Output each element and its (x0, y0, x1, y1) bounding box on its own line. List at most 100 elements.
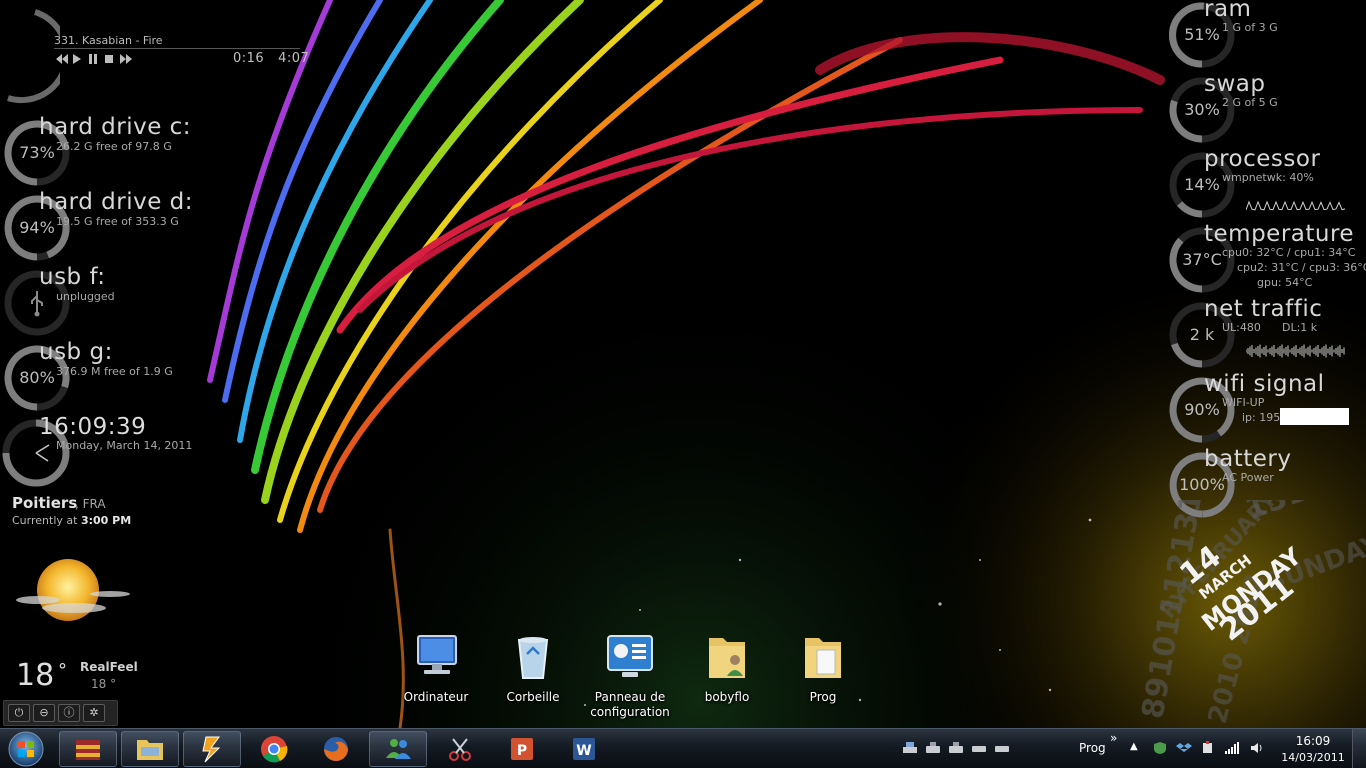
gauge-temperature-title: temperature (1204, 221, 1355, 247)
track-duration: 4:07 (278, 51, 310, 66)
svg-text:P: P (517, 743, 527, 759)
gauge-processor-fill (1177, 201, 1203, 218)
net-history-graph (1246, 344, 1345, 358)
gauge-temperature: 37°C temperature cpu0: 32°C / cpu1: 34°C cp… (1167, 221, 1366, 299)
gauge-processor-title: processor (1204, 146, 1321, 172)
settings-icon[interactable]: ✲ (83, 704, 105, 722)
partly-sunny-icon (16, 559, 130, 621)
taskbar-app-messenger[interactable] (369, 731, 427, 767)
media-progress-arc (7, 9, 60, 103)
weather-temperature: 18 (16, 658, 55, 693)
temperature-line-2: cpu2: 31°C / cpu3: 36°C (1237, 261, 1366, 274)
power-buttons: ⏻ ⊖ ⓘ ✲ (3, 700, 118, 726)
volume-tray-icon[interactable] (1249, 741, 1265, 755)
tray-clock-date[interactable]: 14/03/2011 (1280, 751, 1346, 764)
minus-icon[interactable]: ⊖ (33, 704, 55, 722)
gauge-hdd-c-title: hard drive c: (39, 114, 192, 140)
power-tray-icon[interactable] (1200, 741, 1216, 755)
snipping-tool-icon (449, 738, 471, 761)
tray-clock-time[interactable]: 16:09 (1286, 734, 1340, 748)
weather-city: Poitiers (12, 494, 78, 512)
taskbar-app-snipping[interactable] (431, 731, 489, 767)
clock-hand-minute (35, 452, 49, 462)
weather-currently: Currently at 3:00 PM (12, 514, 131, 527)
next-icon[interactable] (120, 53, 132, 67)
drive-tray-icon[interactable] (925, 741, 941, 755)
gauge-net-traffic-title: net traffic (1204, 296, 1323, 322)
wifi-status: WIFI-UP (1222, 396, 1265, 409)
taskbar-app-winrar[interactable] (59, 731, 117, 767)
gauge-net-traffic: 2 k net traffic UL:480 DL:1 k (1167, 296, 1366, 374)
taskbar-app-powerpoint[interactable]: P (493, 731, 551, 767)
show-hidden-icons-button[interactable]: ▲ (1130, 741, 1138, 752)
explorer-icon (137, 740, 163, 760)
gauge-ram-detail: 1 G of 3 G (1222, 21, 1278, 34)
start-button[interactable] (4, 730, 48, 768)
media-times: 0:16 4:07 (233, 51, 309, 66)
gauge-usb-f-detail: unplugged (56, 290, 115, 303)
drive-tray-icon-2[interactable] (948, 741, 964, 755)
power-icon[interactable]: ⏻ (8, 704, 30, 722)
previous-icon[interactable] (56, 53, 68, 67)
usb-icon (31, 291, 43, 317)
show-desktop-button[interactable] (1352, 729, 1366, 768)
elapsed-time: 0:16 (233, 51, 265, 66)
winrar-icon (76, 740, 100, 760)
dropbox-tray-icon[interactable] (1176, 741, 1192, 755)
desktop-icon-panneau[interactable]: Panneau de configuration (582, 632, 678, 720)
desktop-icon-prog[interactable]: Prog (775, 632, 871, 705)
desktop-icon-label: Corbeille (506, 690, 560, 704)
temperature-line-3: gpu: 54°C (1257, 276, 1313, 289)
track-title: 331. Kasabian - Fire (54, 34, 163, 47)
drive-tray-icon-4[interactable] (994, 741, 1010, 755)
play-icon[interactable] (72, 53, 84, 67)
toolbar-prog-label[interactable]: Prog (1079, 741, 1106, 755)
media-controls (56, 53, 132, 67)
taskbar-app-chrome[interactable] (245, 731, 303, 767)
chrome-icon (261, 736, 288, 763)
word-icon: W (573, 738, 595, 760)
powerpoint-icon: P (511, 738, 533, 760)
gauge-swap: 30% swap 2 G of 5 G (1167, 71, 1366, 149)
signal-tray-icon[interactable] (1224, 741, 1240, 755)
winamp-icon (202, 736, 221, 763)
firefox-icon (324, 737, 348, 761)
taskbar-app-word[interactable]: W (555, 731, 613, 767)
clock-date: Monday, March 14, 2011 (56, 439, 193, 452)
antivirus-tray-icon[interactable] (1152, 741, 1168, 755)
cpu-history-graph (1246, 200, 1346, 211)
stop-icon[interactable] (104, 53, 116, 67)
drive-tray-icon-3[interactable] (971, 741, 987, 755)
network-tray-icon[interactable] (902, 741, 918, 755)
desktop-icon-label: Panneau de configuration (590, 690, 670, 719)
user-folder-icon (709, 638, 745, 678)
gauge-usb-g-title: usb g: (39, 339, 113, 365)
svg-text:W: W (576, 743, 591, 759)
desktop-icon-label: Prog (809, 690, 837, 704)
taskbar-app-winamp[interactable] (183, 731, 241, 767)
desktop-icon-label: Ordinateur (403, 690, 469, 704)
gauge-ram: 51% ram 1 G of 3 G (1167, 0, 1366, 74)
net-upload: UL:480 (1222, 321, 1261, 334)
gauge-processor: 14% processor wmpnetwk: 40% (1167, 146, 1366, 224)
gauge-hdd-d: 94% hard drive d: 19.5 G free of 353.3 G (2, 189, 242, 267)
ip-redaction (1280, 408, 1349, 425)
taskbar-app-firefox[interactable] (307, 731, 365, 767)
desktop-icon-corbeille[interactable]: Corbeille (485, 632, 581, 705)
info-icon[interactable]: ⓘ (58, 704, 80, 722)
taskbar-app-explorer[interactable] (121, 731, 179, 767)
gauge-usb-g-detail: 376.9 M free of 1.9 G (56, 365, 173, 378)
taskbar: P W Prog » ▲ 16:09 14/03/2011 (0, 728, 1366, 768)
gauge-usb-f-title: usb f: (39, 264, 106, 290)
desktop-icon-ordinateur[interactable]: Ordinateur (388, 632, 484, 705)
media-divider (54, 48, 300, 49)
weather-realfeel-value: 18 ° (91, 677, 117, 691)
control-panel-icon (607, 635, 653, 677)
desktop-icon-bobyflo[interactable]: bobyflo (679, 632, 775, 705)
pause-icon[interactable] (88, 53, 100, 67)
gauge-hdd-c: 73% hard drive c: 26.2 G free of 97.8 G (2, 114, 242, 192)
weather-currently-label: Currently at (12, 514, 78, 527)
toolbar-chevron-icon[interactable]: » (1110, 731, 1117, 745)
calendar-decoration: 15161718192 RYFEBRUARYAPRILMAYJU SUNDAYT… (1140, 500, 1366, 727)
net-download: DL:1 k (1282, 321, 1318, 334)
